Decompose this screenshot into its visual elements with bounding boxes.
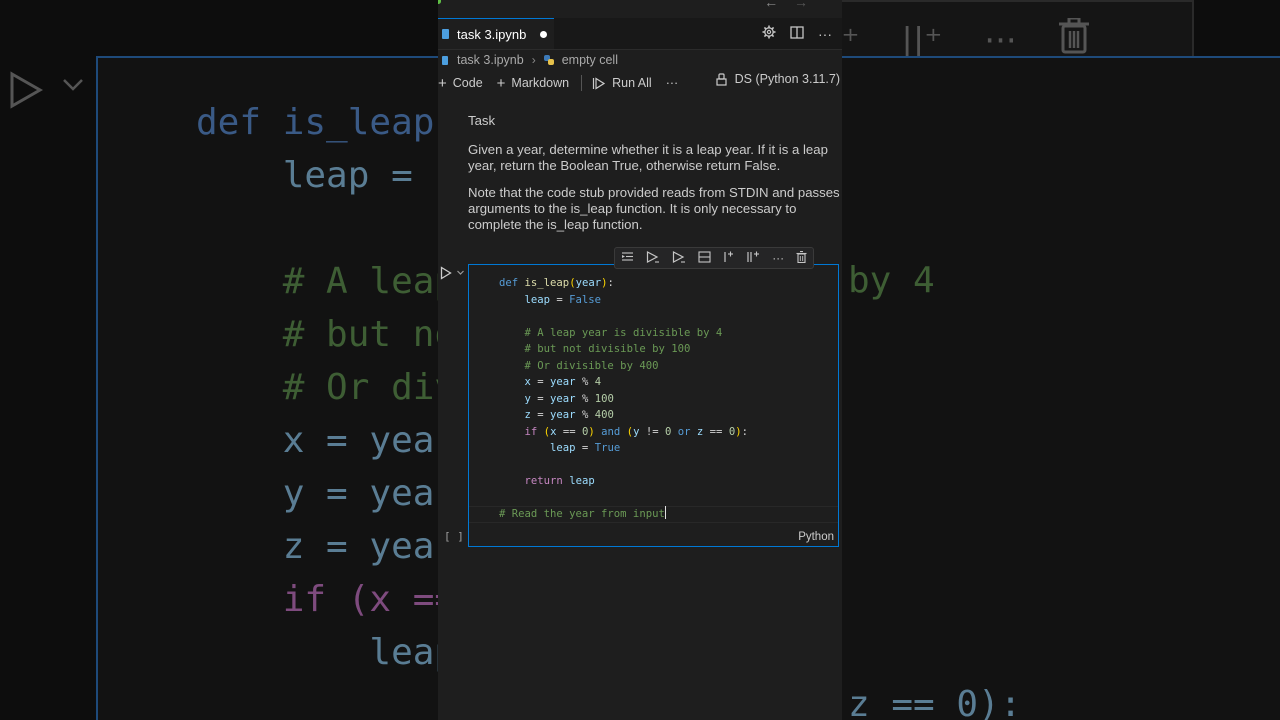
insert-cell-above-icon[interactable] <box>722 251 734 266</box>
comment-line: # Read the year from input <box>499 508 665 520</box>
more-actions-icon[interactable]: ··· <box>818 26 832 42</box>
run-all-button[interactable]: Run All <box>592 76 652 90</box>
run-above-icon[interactable] <box>646 250 660 266</box>
markdown-paragraph: Note that the code stub provided reads f… <box>468 185 840 232</box>
background-run-icon <box>8 70 44 115</box>
notebook-file-icon <box>442 29 449 39</box>
plus-icon: + <box>438 74 447 92</box>
breadcrumb-chevron-icon: › <box>531 53 536 67</box>
bg-code-line: z = year <box>196 526 457 567</box>
split-cell-icon[interactable] <box>698 250 711 266</box>
plus-icon: + <box>496 74 506 92</box>
code-cell[interactable]: def is_leap(year): leap = False # A leap… <box>468 264 839 547</box>
forward-arrow-icon[interactable]: → <box>794 0 808 10</box>
insert-cell-below-icon[interactable] <box>746 251 760 266</box>
markdown-heading: Task <box>468 113 496 128</box>
tab-title: task 3.ipynb <box>457 26 527 42</box>
python-icon <box>543 55 554 65</box>
breadcrumb-cell[interactable]: empty cell <box>562 53 618 67</box>
bg-code-fragment: by 4 <box>848 260 935 301</box>
code-editor[interactable]: def is_leap(year): leap = False # A leap… <box>499 275 748 523</box>
tab-task-3[interactable]: task 3.ipynb <box>438 18 554 49</box>
cell-language-label[interactable]: Python <box>798 531 834 543</box>
tab-bar: task 3.ipynb ··· <box>438 18 842 50</box>
kernel-label: DS (Python 3.11.7) <box>734 72 840 86</box>
title-bar: ← → <box>438 0 842 18</box>
add-markdown-label: Markdown <box>511 76 570 90</box>
execute-above-icon[interactable] <box>621 251 634 265</box>
unsaved-dot-icon[interactable] <box>540 30 548 38</box>
window-control-dot[interactable] <box>438 0 441 4</box>
run-options-chevron-icon[interactable] <box>456 266 465 283</box>
toolbar-divider <box>581 75 583 91</box>
bg-code-line: # but no <box>196 314 457 355</box>
markdown-cell[interactable]: Task Given a year, determine whether it … <box>468 113 840 244</box>
nav-arrows: ← → <box>752 0 808 10</box>
tab-actions: ··· <box>762 18 842 49</box>
toolbar-more-icon[interactable]: ··· <box>666 76 679 90</box>
run-all-label: Run All <box>612 76 652 90</box>
background-more-icon: ··· <box>984 20 1017 61</box>
bg-code-line: # Or div <box>196 367 457 408</box>
cell-toolbar: ··· <box>614 247 814 269</box>
breadcrumb: task 3.ipynb › empty cell <box>438 50 618 70</box>
background-code-right: by 4 z == 0): <box>848 254 1021 720</box>
bg-code-line: y = year <box>196 473 457 514</box>
split-editor-icon[interactable] <box>790 25 804 42</box>
markdown-paragraph: Given a year, determine whether it is a … <box>468 142 828 173</box>
bg-code-line: # A leap <box>196 261 457 302</box>
bg-code-fragment: z == 0): <box>848 684 1022 720</box>
cell-more-icon[interactable]: ··· <box>772 251 784 265</box>
breadcrumb-file[interactable]: task 3.ipynb <box>457 53 524 67</box>
bg-code-line: def is_leap( <box>196 102 457 143</box>
bg-code-line: leap = F <box>196 155 457 196</box>
notebook-toolbar: + Code + Markdown Run All ··· DS (Python… <box>438 72 842 94</box>
background-code: def is_leap( leap = F # A leap # but no … <box>196 96 456 679</box>
add-code-label: Code <box>452 76 483 90</box>
run-all-icon <box>592 76 606 90</box>
add-code-button[interactable]: + Code <box>438 75 483 92</box>
vscode-window: ← → task 3.ipynb ··· task 3.ipynb › empt… <box>438 0 842 720</box>
kernel-icon <box>716 72 727 86</box>
bg-code-line: leap <box>196 632 457 673</box>
bg-code-line: if (x == <box>196 579 457 620</box>
gear-icon[interactable] <box>762 25 776 42</box>
execution-count: [ ] <box>444 530 464 543</box>
background-chevron-icon <box>62 78 84 97</box>
kernel-picker[interactable]: DS (Python 3.11.7) <box>715 72 840 86</box>
back-arrow-icon[interactable]: ← <box>764 0 778 10</box>
notebook-file-icon <box>442 55 448 65</box>
trash-icon[interactable] <box>796 250 807 266</box>
add-markdown-button[interactable]: + Markdown <box>497 75 569 92</box>
run-cell-icon[interactable] <box>440 266 452 285</box>
text-cursor <box>664 506 666 519</box>
bg-code-line: x = year <box>196 420 457 461</box>
run-below-icon[interactable] <box>672 250 686 266</box>
background-insert-below-icon: ||⁺ <box>901 20 943 61</box>
